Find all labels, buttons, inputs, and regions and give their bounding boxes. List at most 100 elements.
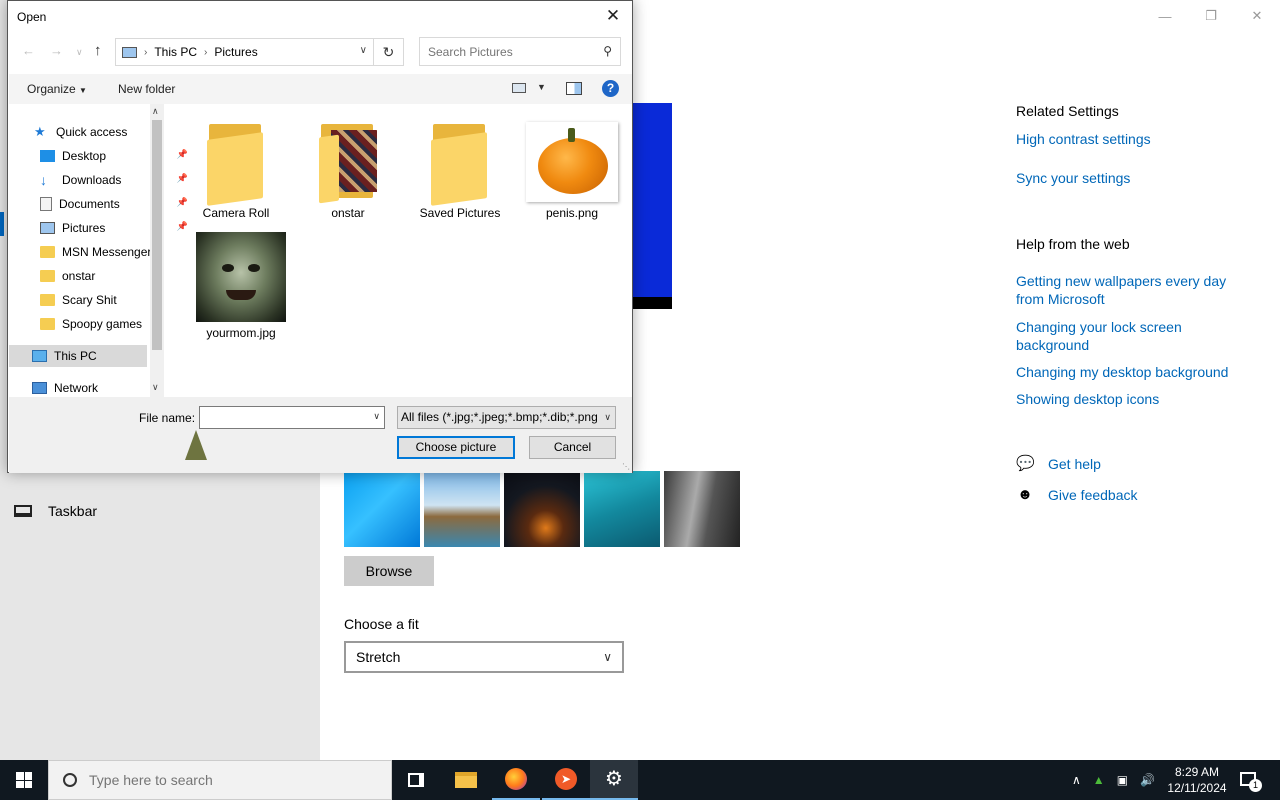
search-box[interactable]: ⚲ <box>419 37 621 66</box>
breadcrumb-this-pc[interactable]: This PC <box>154 45 197 59</box>
choose-fit-select[interactable]: Stretch ∨ <box>344 641 624 673</box>
browse-button[interactable]: Browse <box>344 556 434 586</box>
help-web-heading: Help from the web <box>1016 236 1130 252</box>
recent-image-thumb[interactable] <box>504 471 580 547</box>
file-name-input[interactable]: ∨ <box>199 406 385 429</box>
open-dialog: Open ✕ ← → ∨ ↑ › This PC › Pictures ∨ ↻ … <box>7 0 633 473</box>
help-icon[interactable]: ? <box>602 80 619 97</box>
folder-with-preview-icon <box>319 122 377 204</box>
nav-scrollbar[interactable]: ∧ ∨ <box>150 104 164 397</box>
taskbar-search-input[interactable] <box>89 772 369 788</box>
change-view-icon[interactable] <box>512 83 526 93</box>
view-options-chevron-icon[interactable]: ▼ <box>537 82 546 92</box>
up-arrow-icon[interactable]: ↑ <box>94 42 102 59</box>
folder-icon <box>455 772 477 788</box>
get-help-link[interactable]: 💬 Get help <box>1016 455 1101 473</box>
cancel-button[interactable]: Cancel <box>529 436 616 459</box>
download-arrow-icon: ↓ <box>40 172 47 188</box>
back-arrow-icon[interactable]: ← <box>22 43 35 58</box>
recent-image-thumb[interactable] <box>584 471 660 547</box>
nav-this-pc[interactable]: This PC <box>9 345 147 367</box>
windows-logo-icon <box>16 772 32 788</box>
scrollbar-thumb[interactable] <box>152 120 162 350</box>
recent-image-thumb[interactable] <box>424 471 500 547</box>
chevron-down-icon[interactable]: ∨ <box>373 411 380 422</box>
computer-icon <box>32 350 47 362</box>
preview-pane-icon[interactable] <box>566 82 582 95</box>
network-icon[interactable]: ▣ <box>1117 773 1128 787</box>
app-button[interactable]: ➤ <box>542 760 590 800</box>
scroll-up-icon[interactable]: ∧ <box>152 106 159 117</box>
file-item-label: onstar <box>331 206 365 220</box>
dialog-close-button[interactable]: ✕ <box>600 4 626 28</box>
link-desktop-icons[interactable]: Showing desktop icons <box>1016 390 1246 408</box>
file-explorer-button[interactable] <box>442 760 490 800</box>
start-button[interactable] <box>0 760 48 800</box>
refresh-button[interactable]: ↻ <box>374 38 404 66</box>
file-item-image-jpg[interactable]: yourmom.jpg <box>191 232 291 340</box>
firefox-button[interactable] <box>492 760 540 800</box>
settings-taskbar-button[interactable]: ⚙ <box>590 760 638 800</box>
taskbar-search[interactable] <box>48 760 392 800</box>
show-hidden-icons-chevron-icon[interactable]: ∧ <box>1072 773 1081 787</box>
recent-images <box>344 471 740 547</box>
file-name-label: File name: <box>139 411 196 425</box>
clock-time: 8:29 AM <box>1174 765 1220 779</box>
link-sync-settings[interactable]: Sync your settings <box>1016 169 1246 187</box>
address-bar[interactable]: › This PC › Pictures ∨ <box>115 38 374 66</box>
organize-menu[interactable]: Organize ▼ <box>27 82 87 96</box>
desktop-icon <box>40 150 55 162</box>
recent-image-thumb[interactable] <box>344 471 420 547</box>
search-icon <box>63 773 77 787</box>
file-item-saved-pictures[interactable]: Saved Pictures <box>410 122 510 220</box>
folder-icon <box>40 294 55 306</box>
folder-icon <box>40 270 55 282</box>
address-history-chevron-icon[interactable]: ∨ <box>360 45 367 56</box>
new-folder-button[interactable]: New folder <box>118 82 175 96</box>
resize-grip-icon[interactable]: ⋱ <box>622 462 630 471</box>
app-icon: ➤ <box>555 768 577 790</box>
link-desktop-background[interactable]: Changing my desktop background <box>1016 363 1246 381</box>
file-item-label: Saved Pictures <box>419 206 501 220</box>
link-high-contrast[interactable]: High contrast settings <box>1016 130 1246 148</box>
nav-item-taskbar[interactable]: Taskbar <box>14 503 97 519</box>
organize-label: Organize <box>27 82 76 96</box>
nav-quick-access-label: Quick access <box>56 125 128 139</box>
file-list: Camera Roll onstar Saved Pictures penis.… <box>165 104 632 397</box>
nav-item-label: Desktop <box>62 149 107 163</box>
nav-item-label: Scary Shit <box>62 293 117 307</box>
task-view-button[interactable] <box>392 760 440 800</box>
breadcrumb-separator-icon: › <box>204 46 208 58</box>
file-item-camera-roll[interactable]: Camera Roll <box>186 122 286 220</box>
nav-item-label: Documents <box>59 197 120 211</box>
file-item-onstar[interactable]: onstar <box>298 122 398 220</box>
nav-item-taskbar-label: Taskbar <box>48 503 98 519</box>
chat-help-icon: 💬 <box>1016 455 1035 472</box>
nav-item-label: onstar <box>62 269 96 283</box>
breadcrumb-pictures[interactable]: Pictures <box>214 45 257 59</box>
choose-picture-button[interactable]: Choose picture <box>397 436 515 459</box>
folder-icon <box>40 246 55 258</box>
recent-locations-chevron-icon[interactable]: ∨ <box>76 47 83 58</box>
scroll-down-icon[interactable]: ∨ <box>152 382 159 393</box>
file-item-image-png[interactable]: penis.png <box>522 122 622 220</box>
face-thumbnail <box>196 232 286 322</box>
restore-button[interactable]: ❐ <box>1188 0 1234 32</box>
give-feedback-label: Give feedback <box>1048 487 1138 503</box>
give-feedback-link[interactable]: ☻ Give feedback <box>1016 487 1138 504</box>
file-type-select[interactable]: All files (*.jpg;*.jpeg;*.bmp;*.dib;*.pn… <box>397 406 616 429</box>
link-wallpapers[interactable]: Getting new wallpapers every day from Mi… <box>1016 272 1246 308</box>
minimize-button[interactable]: — <box>1142 0 1188 32</box>
link-lock-screen[interactable]: Changing your lock screen background <box>1016 318 1246 354</box>
file-item-label: yourmom.jpg <box>206 326 276 340</box>
clock[interactable]: 8:29 AM 12/11/2024 <box>1166 764 1228 796</box>
user-status-icon[interactable]: ▲ <box>1093 773 1105 787</box>
volume-icon[interactable]: 🔊 <box>1140 773 1155 787</box>
close-window-button[interactable]: ✕ <box>1234 0 1280 32</box>
document-icon <box>40 197 52 211</box>
search-input[interactable] <box>428 44 588 59</box>
mouse-cursor <box>185 430 207 460</box>
action-center-icon[interactable]: 1 <box>1240 772 1262 792</box>
recent-image-thumb[interactable] <box>664 471 740 547</box>
forward-arrow-icon[interactable]: → <box>50 43 63 58</box>
